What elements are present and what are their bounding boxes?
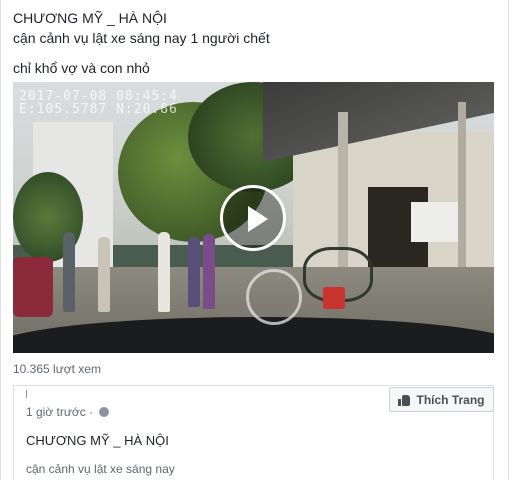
- video-frame-motorbike: [13, 257, 53, 317]
- thumbs-up-icon: [398, 394, 411, 406]
- play-icon: [248, 206, 268, 232]
- video-frame-person: [158, 232, 170, 312]
- video-player[interactable]: 2017-07-08 08:45:4 E:105.5787 N:20.86: [13, 82, 494, 353]
- shared-page-name: CHƯƠNG MỸ _ HÀ NỘI: [26, 433, 169, 448]
- dashcam-overlay: 2017-07-08 08:45:4 E:105.5787 N:20.86: [19, 90, 178, 116]
- play-button[interactable]: [220, 185, 286, 251]
- video-frame-basin: [323, 287, 345, 309]
- dashcam-coordinates: E:105.5787 N:20.86: [19, 102, 178, 117]
- post-text-line: chỉ khổ vợ và con nhỏ: [13, 60, 150, 76]
- post-message: CHƯƠNG MỸ _ HÀ NỘI cận cảnh vụ lật xe sá…: [13, 8, 493, 78]
- like-page-button[interactable]: Thích Trang: [389, 387, 494, 412]
- post-card: CHƯƠNG MỸ _ HÀ NỘI cận cảnh vụ lật xe sá…: [0, 0, 509, 480]
- post-text-line: cận cảnh vụ lật xe sáng nay 1 người chết: [13, 30, 270, 46]
- view-count: 10.365 lượt xem: [13, 362, 101, 376]
- globe-icon: [99, 407, 110, 417]
- video-frame-person: [98, 237, 110, 312]
- video-frame-person: [63, 232, 75, 312]
- like-page-label: Thích Trang: [416, 392, 485, 407]
- post-title-line: CHƯƠNG MỸ _ HÀ NỘI: [13, 10, 167, 26]
- post-timestamp[interactable]: 1 giờ trước ·: [26, 405, 110, 419]
- video-frame-person: [188, 237, 200, 307]
- page-name-truncated: [26, 390, 27, 398]
- video-frame-bags: [411, 202, 461, 242]
- shared-description: cận cảnh vụ lật xe sáng nay: [26, 462, 175, 476]
- loading-ring-icon: [246, 269, 302, 325]
- timestamp-text[interactable]: 1 giờ trước ·: [26, 405, 93, 419]
- video-frame-person: [203, 234, 215, 309]
